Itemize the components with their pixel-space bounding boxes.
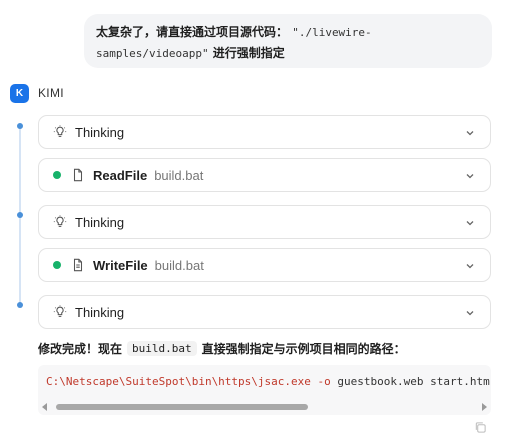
step-label: Thinking <box>75 304 125 320</box>
assistant-header: K KIMI <box>10 83 64 103</box>
file-text-icon <box>73 258 83 272</box>
result-suffix: 直接强制指定与示例项目相同的路径： <box>201 342 406 356</box>
user-message-bubble: 太复杂了，请直接通过项目源代码： "./livewire-samples/vid… <box>84 14 492 68</box>
code-flag: -o <box>317 375 331 388</box>
step-label: WriteFile <box>93 257 148 273</box>
timeline-dot <box>17 123 23 129</box>
assistant-name: KIMI <box>38 86 64 100</box>
code-args: guestbook.web start.htm index. <box>337 375 491 388</box>
inline-code: build.bat <box>127 341 197 356</box>
step-thinking-3[interactable]: Thinking <box>38 295 491 329</box>
timeline-dot <box>17 302 23 308</box>
scroll-thumb[interactable] <box>56 404 308 410</box>
step-thinking-1[interactable]: Thinking <box>38 115 491 149</box>
code-block: C:\Netscape\SuiteSpot\bin\https\jsac.exe… <box>38 365 491 415</box>
chevron-down-icon[interactable] <box>464 170 476 182</box>
scroll-left-arrow[interactable] <box>42 403 47 411</box>
step-arg: build.bat <box>154 257 204 273</box>
step-label: Thinking <box>75 214 125 230</box>
result-prefix: 修改完成！现在 <box>38 342 123 356</box>
status-dot <box>53 171 61 179</box>
result-message: 修改完成！现在 build.bat 直接强制指定与示例项目相同的路径： <box>38 340 406 357</box>
step-label: ReadFile <box>93 167 148 183</box>
lightbulb-icon <box>53 125 67 137</box>
step-writefile[interactable]: WriteFile build.bat <box>38 248 491 282</box>
chevron-down-icon[interactable] <box>464 127 476 139</box>
file-icon <box>73 168 83 182</box>
step-label: Thinking <box>75 124 125 140</box>
scroll-right-arrow[interactable] <box>482 403 487 411</box>
chevron-down-icon[interactable] <box>464 260 476 272</box>
timeline-dot <box>17 212 23 218</box>
lightbulb-icon <box>53 305 67 317</box>
code-line: C:\Netscape\SuiteSpot\bin\https\jsac.exe… <box>46 375 491 388</box>
chevron-down-icon[interactable] <box>464 217 476 229</box>
user-message-text: 太复杂了，请直接通过项目源代码： <box>96 25 289 39</box>
horizontal-scrollbar[interactable] <box>42 403 487 411</box>
status-dot <box>53 261 61 269</box>
code-command: C:\Netscape\SuiteSpot\bin\https\jsac.exe <box>46 375 311 388</box>
lightbulb-icon <box>53 215 67 227</box>
step-arg: build.bat <box>154 167 204 183</box>
copy-icon[interactable] <box>474 421 487 434</box>
step-thinking-2[interactable]: Thinking <box>38 205 491 239</box>
chevron-down-icon[interactable] <box>464 307 476 319</box>
assistant-avatar: K <box>10 83 29 103</box>
step-readfile[interactable]: ReadFile build.bat <box>38 158 491 192</box>
user-message-suffix: 进行强制指定 <box>212 46 285 60</box>
